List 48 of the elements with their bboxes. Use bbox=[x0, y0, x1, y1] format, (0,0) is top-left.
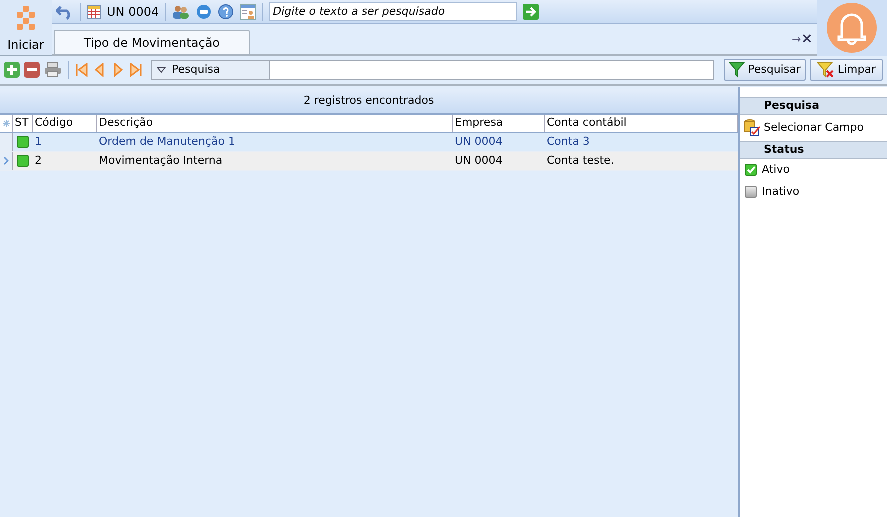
status-checkbox[interactable] bbox=[745, 186, 757, 198]
status-option[interactable]: Inativo bbox=[762, 184, 800, 200]
tab[interactable]: Tipo de Movimentação bbox=[54, 30, 250, 54]
clear-filter-icon bbox=[816, 62, 835, 78]
table-cell-text: 1 bbox=[35, 134, 42, 150]
current-row-icon bbox=[4, 157, 8, 165]
filter-icon bbox=[729, 62, 746, 78]
clear-button[interactable]: Limpar bbox=[810, 59, 883, 81]
search-button[interactable]: Pesquisar bbox=[724, 59, 806, 81]
column-header[interactable]: ST bbox=[13, 115, 33, 132]
table-cell-text: 2 bbox=[35, 152, 42, 169]
search-section-header: Pesquisa bbox=[740, 97, 887, 115]
previous-record-icon[interactable] bbox=[93, 63, 107, 77]
row-selector[interactable] bbox=[0, 152, 13, 170]
search-field[interactable]: Digite o texto a ser pesquisado bbox=[269, 2, 518, 21]
table-cell-text: UN 0004 bbox=[455, 134, 503, 150]
users-icon[interactable] bbox=[172, 4, 190, 20]
print-icon[interactable] bbox=[44, 62, 62, 78]
row-selector[interactable] bbox=[0, 133, 13, 151]
remove-icon[interactable] bbox=[24, 62, 40, 78]
record-count: 2 registros encontrados bbox=[304, 92, 434, 109]
new-row-icon bbox=[2, 120, 10, 127]
status-option[interactable]: Ativo bbox=[762, 162, 790, 178]
select-field-option[interactable]: Selecionar Campo bbox=[764, 120, 864, 136]
column-header[interactable]: Descrição bbox=[97, 115, 453, 132]
add-icon[interactable] bbox=[4, 62, 20, 78]
last-record-icon[interactable] bbox=[129, 63, 143, 77]
database-check-icon[interactable] bbox=[743, 119, 761, 137]
status-checkbox[interactable] bbox=[745, 164, 757, 176]
column-header[interactable]: Empresa bbox=[453, 115, 545, 132]
first-record-icon[interactable] bbox=[75, 63, 89, 77]
calendar-icon[interactable] bbox=[87, 4, 101, 18]
help-icon[interactable] bbox=[218, 4, 234, 20]
go-arrow-icon[interactable] bbox=[523, 4, 540, 20]
table-cell-text: Conta teste. bbox=[547, 152, 614, 169]
table-cell-text: Ordem de Manutenção 1 bbox=[99, 134, 236, 150]
pin-button[interactable]: → bbox=[792, 32, 802, 48]
dropdown-icon[interactable] bbox=[157, 67, 166, 73]
bell-icon[interactable] bbox=[824, 3, 880, 53]
table-cell-text: Conta 3 bbox=[547, 134, 590, 150]
table-cell-text: Movimentação Interna bbox=[99, 152, 223, 169]
table-cell-text: UN 0004 bbox=[455, 152, 503, 169]
status-section-header: Status bbox=[740, 141, 887, 159]
close-button[interactable]: × bbox=[801, 29, 813, 50]
company-label[interactable]: UN 0004 bbox=[107, 2, 160, 20]
profile-card-icon[interactable] bbox=[240, 4, 256, 20]
search-filter-field[interactable]: Pesquisa bbox=[151, 60, 714, 80]
column-header[interactable]: Código bbox=[33, 115, 97, 132]
